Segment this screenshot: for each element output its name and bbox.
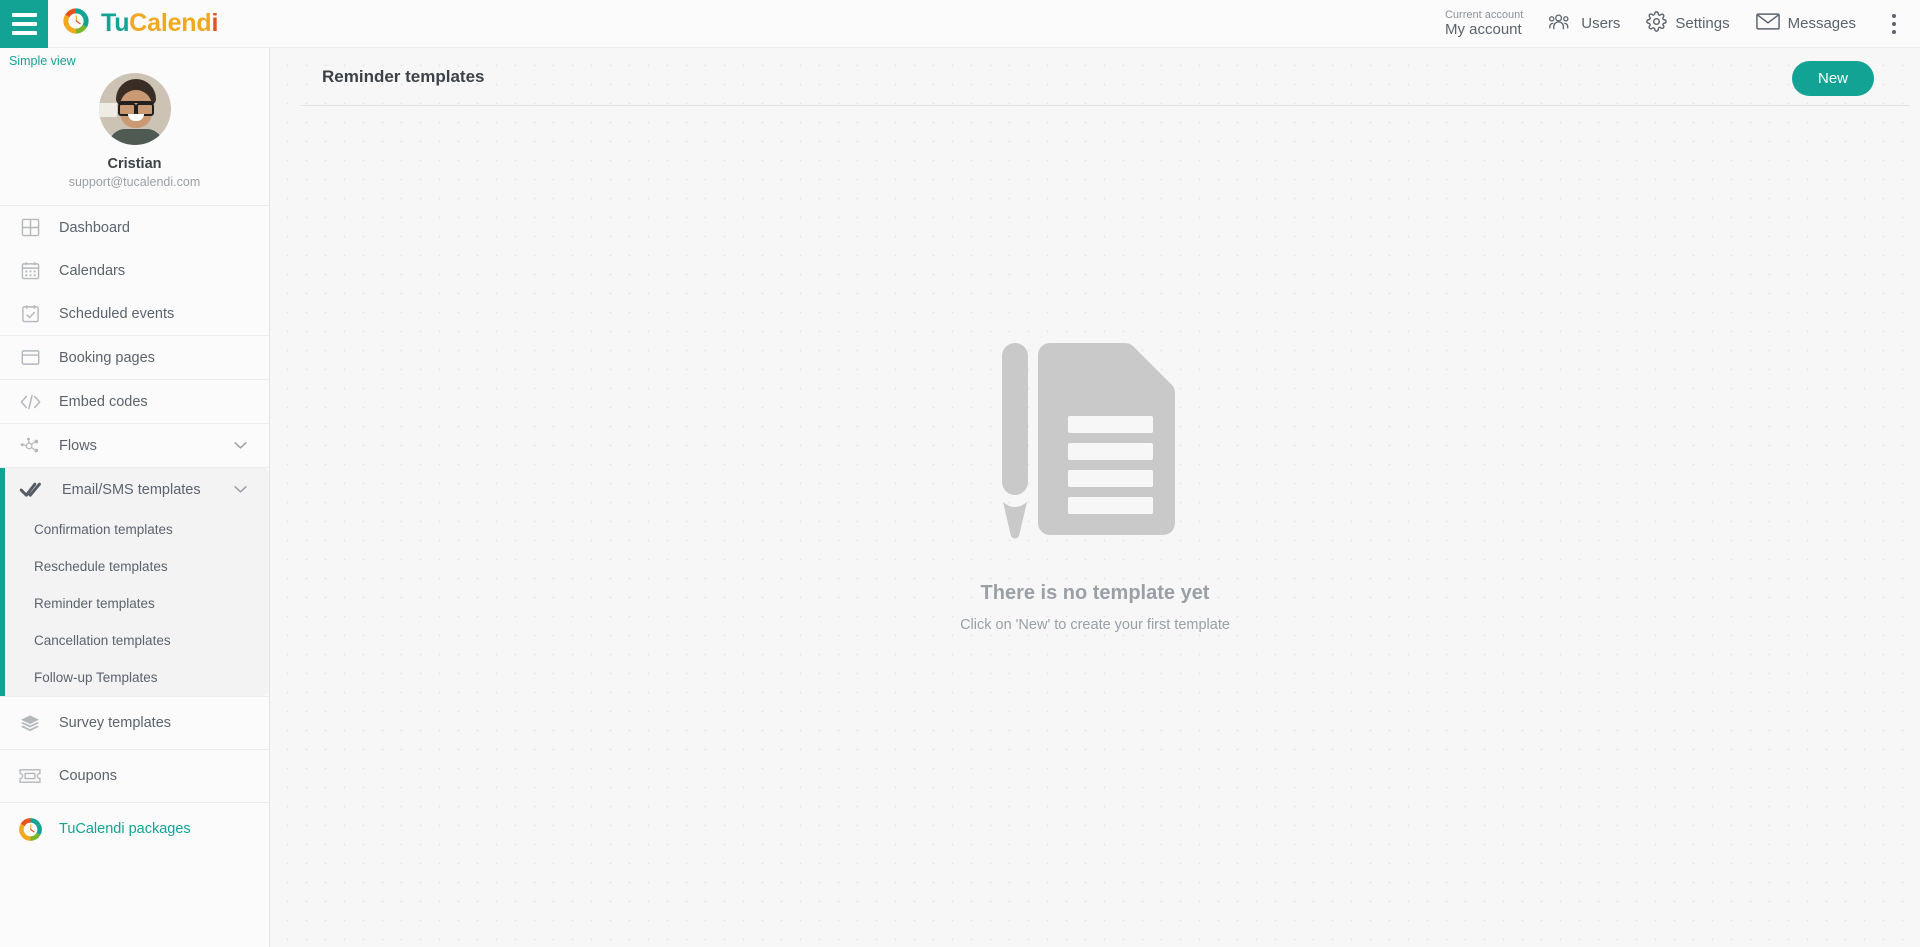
nav-group-flows: Flows [0, 424, 269, 468]
profile-email: support@tucalendi.com [68, 175, 201, 189]
sidebar-item-scheduled-events[interactable]: Scheduled events [0, 292, 269, 335]
tucalendi-logo-icon [61, 6, 91, 41]
sidebar-item-email-sms-templates[interactable]: Email/SMS templates [5, 468, 269, 511]
calendar-icon [16, 261, 44, 280]
current-account-value: My account [1444, 21, 1522, 39]
sidebar-item-label: Calendars [59, 262, 126, 279]
sidebar-item-dashboard[interactable]: Dashboard [0, 206, 269, 249]
sidebar-item-booking-pages[interactable]: Booking pages [0, 336, 269, 379]
document-with-pencil-icon [995, 338, 1195, 548]
brand-logo[interactable]: TuCalendi [61, 6, 218, 41]
sidebar-item-label: Dashboard [59, 219, 130, 236]
calendar-check-icon [16, 304, 44, 323]
sidebar-item-label: Booking pages [59, 349, 155, 366]
dashboard-grid-icon [16, 218, 44, 237]
nav-group-survey: Survey templates [0, 696, 269, 750]
sidebar: Simple view Cristian support@tucalendi.c… [0, 48, 270, 947]
sidebar-subitem-confirmation-templates[interactable]: Confirmation templates [5, 511, 269, 548]
sidebar-subitem-cancellation-templates[interactable]: Cancellation templates [5, 622, 269, 659]
kebab-dot [1892, 13, 1896, 18]
avatar-shirt [108, 129, 163, 145]
sidebar-item-calendars[interactable]: Calendars [0, 249, 269, 292]
ticket-icon [16, 768, 44, 784]
hamburger-bar [11, 30, 37, 35]
current-account-label: Current account [1444, 8, 1524, 21]
sidebar-item-flows[interactable]: Flows [0, 424, 269, 467]
sidebar-item-survey-templates[interactable]: Survey templates [0, 697, 269, 749]
sidebar-item-label: Embed codes [59, 393, 148, 410]
hamburger-bar [11, 21, 37, 26]
envelope-icon [1755, 12, 1780, 35]
new-button[interactable]: New [1791, 61, 1874, 96]
sidebar-item-label: Flows [59, 437, 97, 454]
double-check-icon [16, 480, 44, 499]
kebab-menu-icon[interactable] [1882, 8, 1906, 40]
sidebar-item-label: Scheduled events [59, 305, 175, 322]
tucalendi-logo-icon [16, 816, 44, 843]
window-icon [16, 349, 44, 366]
sidebar-item-label: Survey templates [59, 715, 172, 731]
current-account[interactable]: Current account My account [1445, 9, 1523, 39]
sidebar-item-coupons[interactable]: Coupons [0, 750, 269, 802]
kebab-dot [1892, 29, 1896, 34]
nav-users-label: Users [1581, 15, 1621, 32]
gear-icon [1646, 11, 1668, 36]
top-bar: TuCalendi Current account My account Use… [0, 0, 1920, 48]
empty-state-title: There is no template yet [980, 582, 1210, 604]
nav-group-embed: Embed codes [0, 380, 269, 424]
nav-settings-label: Settings [1675, 15, 1730, 32]
avatar[interactable] [98, 73, 171, 145]
avatar-glasses [117, 101, 154, 116]
sidebar-item-label: Coupons [59, 768, 118, 784]
avatar-bg-detail [98, 103, 117, 117]
nav-messages[interactable]: Messages [1755, 12, 1856, 35]
sidebar-item-embed-codes[interactable]: Embed codes [0, 380, 269, 423]
profile-block: Cristian support@tucalendi.com [0, 68, 269, 206]
top-nav: Current account My account Users Setting… [1445, 0, 1920, 48]
sidebar-item-label: TuCalendi packages [59, 821, 191, 837]
code-brackets-icon [16, 394, 44, 410]
users-icon [1549, 13, 1573, 35]
page-title: Reminder templates [322, 66, 485, 86]
brand-name: TuCalendi [101, 9, 219, 37]
chevron-down-icon[interactable] [234, 485, 247, 494]
page-header: Reminder templates New [270, 48, 1920, 105]
empty-state-subtitle: Click on 'New' to create your first temp… [960, 617, 1230, 633]
simple-view-link[interactable]: Simple view [0, 48, 269, 68]
layers-icon [16, 714, 44, 733]
sidebar-section-email-sms-templates: Email/SMS templates Confirmation templat… [0, 468, 269, 696]
sidebar-item-label: Email/SMS templates [62, 481, 201, 498]
sidebar-item-tucalendi-packages[interactable]: TuCalendi packages [0, 803, 269, 855]
sidebar-subitem-reminder-templates[interactable]: Reminder templates [5, 585, 269, 622]
nav-messages-label: Messages [1787, 15, 1856, 32]
hamburger-bar [11, 12, 37, 17]
sidebar-subitem-followup-templates[interactable]: Follow-up Templates [5, 659, 269, 696]
hamburger-icon[interactable] [0, 0, 48, 48]
nodes-icon [16, 437, 44, 455]
empty-state: There is no template yet Click on 'New' … [270, 106, 1920, 633]
kebab-dot [1892, 21, 1896, 26]
nav-group-coupons: Coupons [0, 750, 269, 803]
chevron-down-icon[interactable] [234, 441, 247, 450]
nav-group-main: Dashboard Calendars Scheduled events [0, 206, 269, 336]
nav-users[interactable]: Users [1549, 13, 1620, 35]
nav-settings[interactable]: Settings [1646, 11, 1730, 36]
nav-group-booking: Booking pages [0, 336, 269, 380]
sidebar-subitem-reschedule-templates[interactable]: Reschedule templates [5, 548, 269, 585]
profile-name: Cristian [107, 156, 162, 172]
main-content: Reminder templates New There is no templ… [270, 48, 1920, 947]
